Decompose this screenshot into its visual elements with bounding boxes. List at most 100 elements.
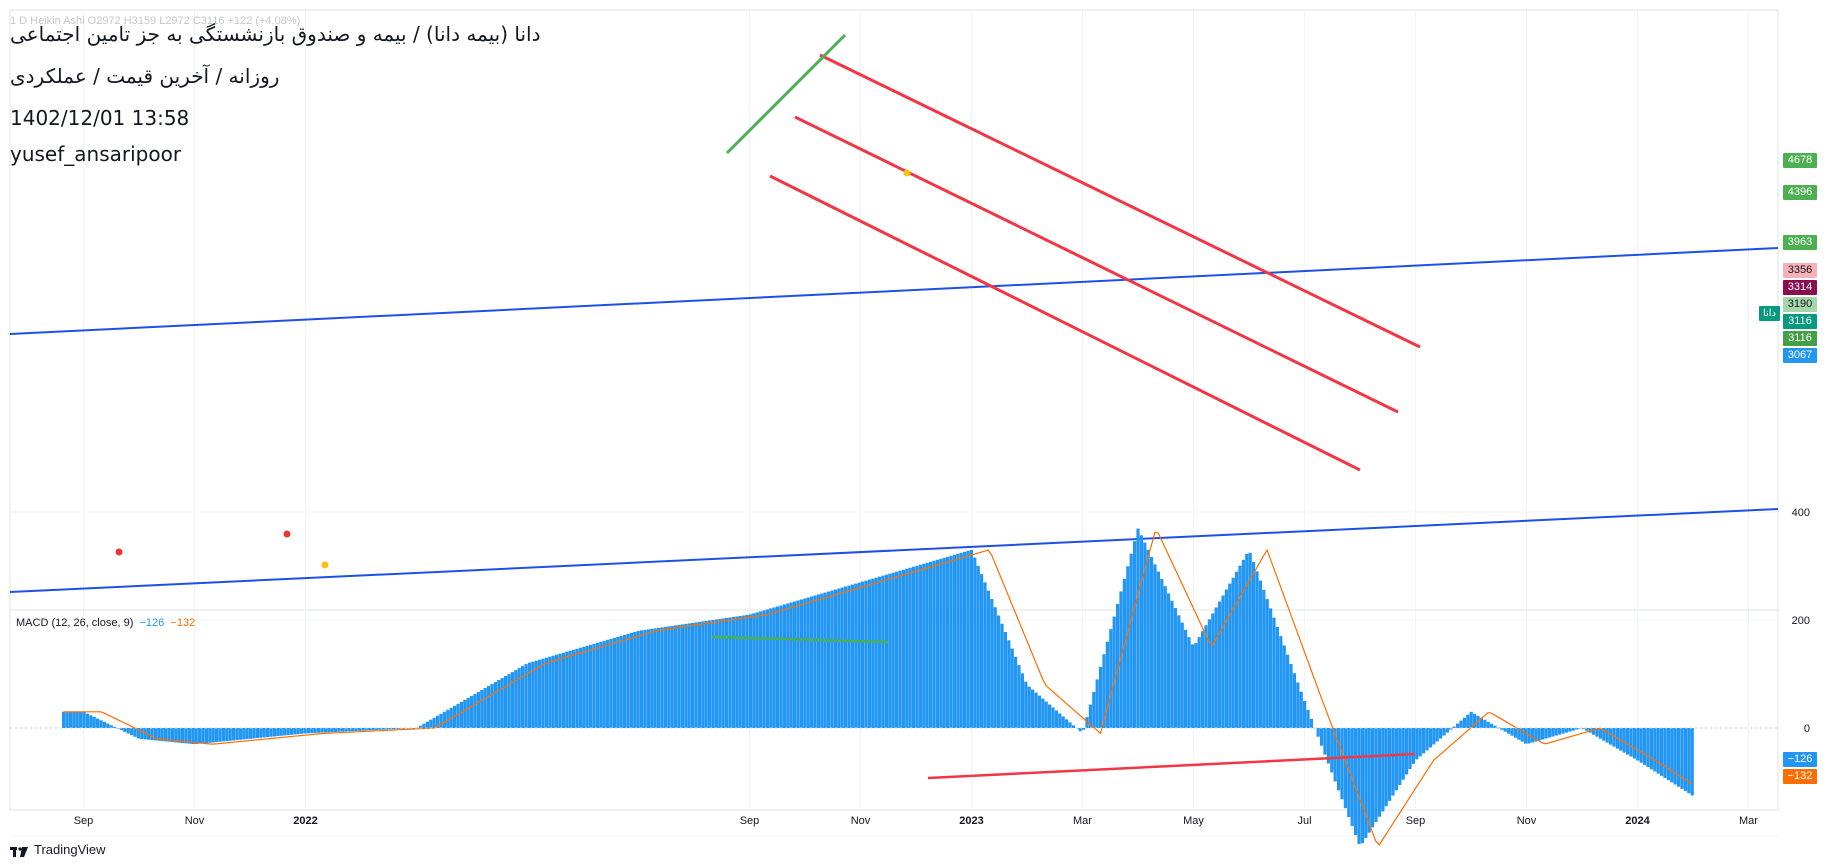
price-tag: 3356 xyxy=(1783,263,1817,278)
macd-bar xyxy=(623,634,627,728)
macd-bar xyxy=(1537,728,1541,741)
macd-bar xyxy=(1272,617,1276,728)
macd-bar xyxy=(208,728,212,743)
macd-bar xyxy=(1510,728,1514,736)
macd-bar xyxy=(1439,728,1443,739)
macd-bar xyxy=(1371,728,1375,828)
macd-bar xyxy=(820,593,824,728)
x-tick-label: Nov xyxy=(1517,815,1537,827)
macd-bar xyxy=(538,659,542,728)
macd-bar xyxy=(106,723,110,728)
price-tag: 3067 xyxy=(1783,348,1817,363)
macd-bar xyxy=(429,719,433,728)
signal-marker xyxy=(321,561,329,569)
macd-bar xyxy=(340,728,344,732)
macd-bar xyxy=(85,713,89,728)
macd-bar xyxy=(483,687,487,728)
macd-bar xyxy=(565,651,569,728)
macd-bar xyxy=(1160,578,1164,728)
macd-bar xyxy=(912,566,916,728)
macd-bar xyxy=(956,553,960,728)
macd-bar xyxy=(1238,565,1242,728)
macd-bar xyxy=(772,607,776,728)
macd-bar xyxy=(847,585,851,728)
macd-bar xyxy=(1462,717,1466,728)
macd-bar xyxy=(1292,673,1296,728)
signal-marker xyxy=(283,530,291,538)
macd-bar xyxy=(1384,728,1388,807)
macd-bar xyxy=(1394,728,1398,791)
macd-bar xyxy=(1289,663,1293,728)
macd-bar xyxy=(650,628,654,728)
macd-bar xyxy=(861,581,865,728)
macd-bar xyxy=(694,622,698,728)
macd-bar xyxy=(1690,728,1694,796)
chart-canvas[interactable]: 8001200160020002400280048005200560002004… xyxy=(0,0,1840,868)
macd-bar xyxy=(497,680,501,728)
macd-bar xyxy=(493,681,497,728)
macd-bar xyxy=(456,703,460,728)
x-axis: Sep Nov 2022 Sep Nov 2023 Mar May Jul Sep Nov 2024 M… xyxy=(74,815,1759,827)
macd-bar xyxy=(1034,692,1038,728)
macd-bar xyxy=(65,711,69,728)
macd-bar xyxy=(82,711,86,728)
macd-bar xyxy=(585,645,589,728)
price-tag: 3314 xyxy=(1783,280,1817,295)
macd-bar xyxy=(1656,728,1660,774)
macd-bar xyxy=(1286,654,1290,728)
macd-bar xyxy=(606,639,610,728)
macd-bar xyxy=(1184,629,1188,728)
x-tick-label: Mar xyxy=(1073,815,1092,827)
macd-bar xyxy=(983,582,987,728)
macd-bar xyxy=(687,623,691,728)
macd-bar xyxy=(320,728,324,733)
chart-author: yusef_ansaripoor xyxy=(10,142,182,166)
tradingview-logo[interactable]: TradingView xyxy=(10,842,106,857)
macd-bar xyxy=(939,558,943,728)
macd-bar xyxy=(432,717,436,728)
macd-bar xyxy=(959,552,963,728)
macd-bar xyxy=(626,633,630,728)
macd-bar xyxy=(1405,728,1409,775)
macd-bar xyxy=(640,630,644,728)
macd-bar xyxy=(765,609,769,728)
macd-bar xyxy=(402,728,406,729)
macd-bar xyxy=(1221,595,1225,728)
macd-bar xyxy=(1156,571,1160,728)
macd-bar xyxy=(194,728,198,745)
macd-bar xyxy=(1197,637,1201,728)
macd-bar xyxy=(857,582,861,728)
macd-bar xyxy=(1513,728,1517,738)
macd-bar xyxy=(561,652,565,728)
macd-bar xyxy=(898,570,902,728)
macd-bar xyxy=(1320,728,1324,746)
macd-bar xyxy=(1626,728,1630,755)
macd-bar xyxy=(476,691,480,728)
macd-bar xyxy=(1303,701,1307,728)
macd-bar xyxy=(1316,728,1320,737)
macd-bar xyxy=(1235,571,1239,728)
macd-bar xyxy=(976,565,980,728)
macd-bar xyxy=(279,728,283,736)
macd-bar xyxy=(310,728,314,734)
macd-bar xyxy=(96,718,100,728)
macd-bar xyxy=(833,589,837,728)
macd-bar xyxy=(915,565,919,728)
macd-bar xyxy=(837,588,841,728)
macd-bar xyxy=(72,711,76,728)
macd-bar xyxy=(1442,728,1446,736)
macd-bar xyxy=(289,728,293,735)
macd-bar xyxy=(1167,593,1171,728)
macd-bar xyxy=(670,625,674,728)
macd-bar xyxy=(1581,728,1585,729)
macd-bar xyxy=(1279,636,1283,728)
macd-value-tag: −126 xyxy=(1783,752,1817,767)
macd-legend[interactable]: MACD (12, 26, close, 9) −126 −132 xyxy=(16,617,195,629)
macd-bar xyxy=(232,728,236,741)
macd-bar xyxy=(99,720,103,728)
macd-bar xyxy=(1201,631,1205,728)
macd-bar xyxy=(840,587,844,728)
macd-bar xyxy=(1255,571,1259,728)
macd-bar xyxy=(1367,728,1371,833)
macd-bar xyxy=(752,613,756,728)
